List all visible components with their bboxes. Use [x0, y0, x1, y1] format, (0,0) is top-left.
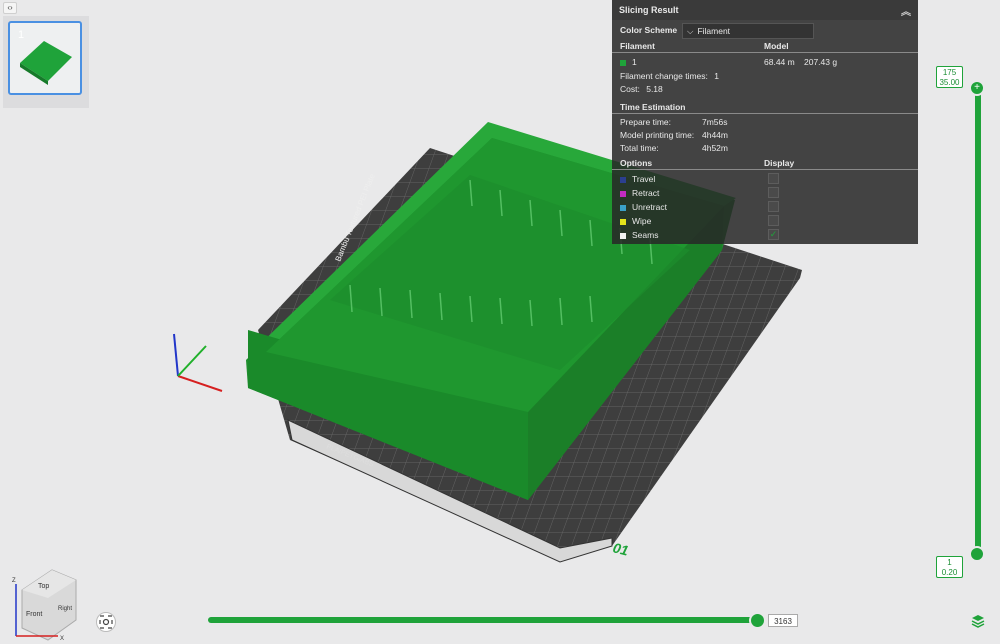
- plate-thumbnail[interactable]: 1: [8, 21, 82, 95]
- collapse-sidebar-button[interactable]: ‹›: [3, 2, 17, 14]
- travel-color-swatch: [620, 176, 626, 183]
- slicing-result-title: Slicing Result: [619, 5, 679, 15]
- layer-bottom-handle[interactable]: [969, 546, 985, 562]
- option-wipe: Wipe: [620, 216, 651, 226]
- divider: [612, 113, 918, 114]
- prepare-time-label: Prepare time:: [620, 117, 672, 127]
- option-retract: Retract: [620, 188, 659, 198]
- view-cube-top[interactable]: Top: [38, 583, 49, 590]
- retract-checkbox[interactable]: [768, 187, 779, 198]
- layers-icon[interactable]: [971, 614, 985, 628]
- color-scheme-label: Color Scheme: [620, 25, 678, 35]
- color-scheme-select[interactable]: ⌵ Filament: [682, 23, 814, 39]
- model-header: Model: [764, 41, 789, 51]
- divider: [612, 52, 918, 53]
- layer-top-label: 175 35.00: [936, 66, 963, 88]
- filament-change-value: 1: [714, 71, 719, 81]
- axis-x-label: X: [60, 636, 64, 642]
- axis-z-label: Z: [12, 578, 16, 584]
- travel-checkbox[interactable]: [768, 173, 779, 184]
- cost-row: Cost: 5.18: [620, 84, 663, 94]
- prepare-time-value: 7m56s: [702, 117, 728, 127]
- wipe-color-swatch: [620, 218, 626, 225]
- layer-bottom-label: 1 0.20: [936, 556, 963, 578]
- view-cube[interactable]: Top Front Right Z X: [12, 569, 77, 642]
- option-label: Unretract: [632, 202, 667, 212]
- display-header: Display: [764, 158, 795, 168]
- check-icon: ✓: [769, 229, 778, 239]
- filament-length: 68.44 m: [764, 57, 795, 67]
- layer-top-handle[interactable]: +: [969, 80, 985, 96]
- unretract-checkbox[interactable]: [768, 201, 779, 212]
- slicing-result-panel: Slicing Result ︽ Color Scheme ⌵ Filament …: [612, 0, 918, 244]
- fit-view-button[interactable]: [96, 612, 116, 632]
- cost-label: Cost:: [620, 84, 640, 94]
- layer-bottom-number: 1: [947, 558, 952, 567]
- seams-checkbox[interactable]: ✓: [768, 229, 779, 240]
- slicing-result-header[interactable]: Slicing Result ︽: [612, 0, 918, 20]
- retract-color-swatch: [620, 190, 626, 197]
- options-header: Options: [620, 158, 653, 168]
- option-label: Retract: [632, 188, 660, 198]
- plate-thumbnail-image: [20, 41, 72, 85]
- chevron-down-icon: ⌵: [687, 26, 694, 36]
- total-time-label: Total time:: [620, 143, 659, 153]
- model-print-time-value: 4h44m: [702, 130, 728, 140]
- bed-number: 01: [611, 539, 630, 558]
- divider: [612, 169, 918, 170]
- filament-header: Filament: [620, 41, 655, 51]
- move-slider-handle[interactable]: [749, 612, 766, 629]
- option-unretract: Unretract: [620, 202, 667, 212]
- filament-id: 1: [632, 57, 637, 67]
- fit-view-icon: [99, 615, 113, 629]
- filament-change-label: Filament change times:: [620, 71, 708, 81]
- unretract-color-swatch: [620, 204, 626, 211]
- total-time-value: 4h52m: [702, 143, 728, 153]
- option-label: Seams: [632, 230, 659, 240]
- cost-value: 5.18: [646, 84, 663, 94]
- filament-row: 1: [620, 57, 637, 67]
- filament-color-swatch: [620, 59, 626, 66]
- time-estimation-header: Time Estimation: [620, 102, 686, 112]
- collapse-chevron-icon[interactable]: ︽: [901, 3, 911, 18]
- seams-color-swatch: [620, 232, 626, 239]
- option-travel: Travel: [620, 174, 655, 184]
- view-cube-front[interactable]: Front: [26, 611, 42, 618]
- model-print-time-label: Model printing time:: [620, 130, 695, 140]
- layer-slider-track[interactable]: [975, 88, 981, 555]
- layer-top-height: 35.00: [939, 78, 960, 87]
- move-slider-track[interactable]: [208, 617, 760, 623]
- option-label: Wipe: [632, 216, 652, 226]
- option-label: Travel: [632, 174, 656, 184]
- layer-bottom-height: 0.20: [941, 568, 958, 577]
- color-scheme-value: Filament: [697, 26, 731, 36]
- filament-change-row: Filament change times: 1: [620, 71, 719, 81]
- filament-weight: 207.43 g: [804, 57, 838, 67]
- plus-icon: +: [974, 82, 980, 93]
- option-seams: Seams: [620, 230, 658, 240]
- layer-top-number: 175: [942, 68, 957, 77]
- wipe-checkbox[interactable]: [768, 215, 779, 226]
- view-cube-right[interactable]: Right: [58, 606, 72, 612]
- move-slider-value: 3163: [768, 614, 798, 627]
